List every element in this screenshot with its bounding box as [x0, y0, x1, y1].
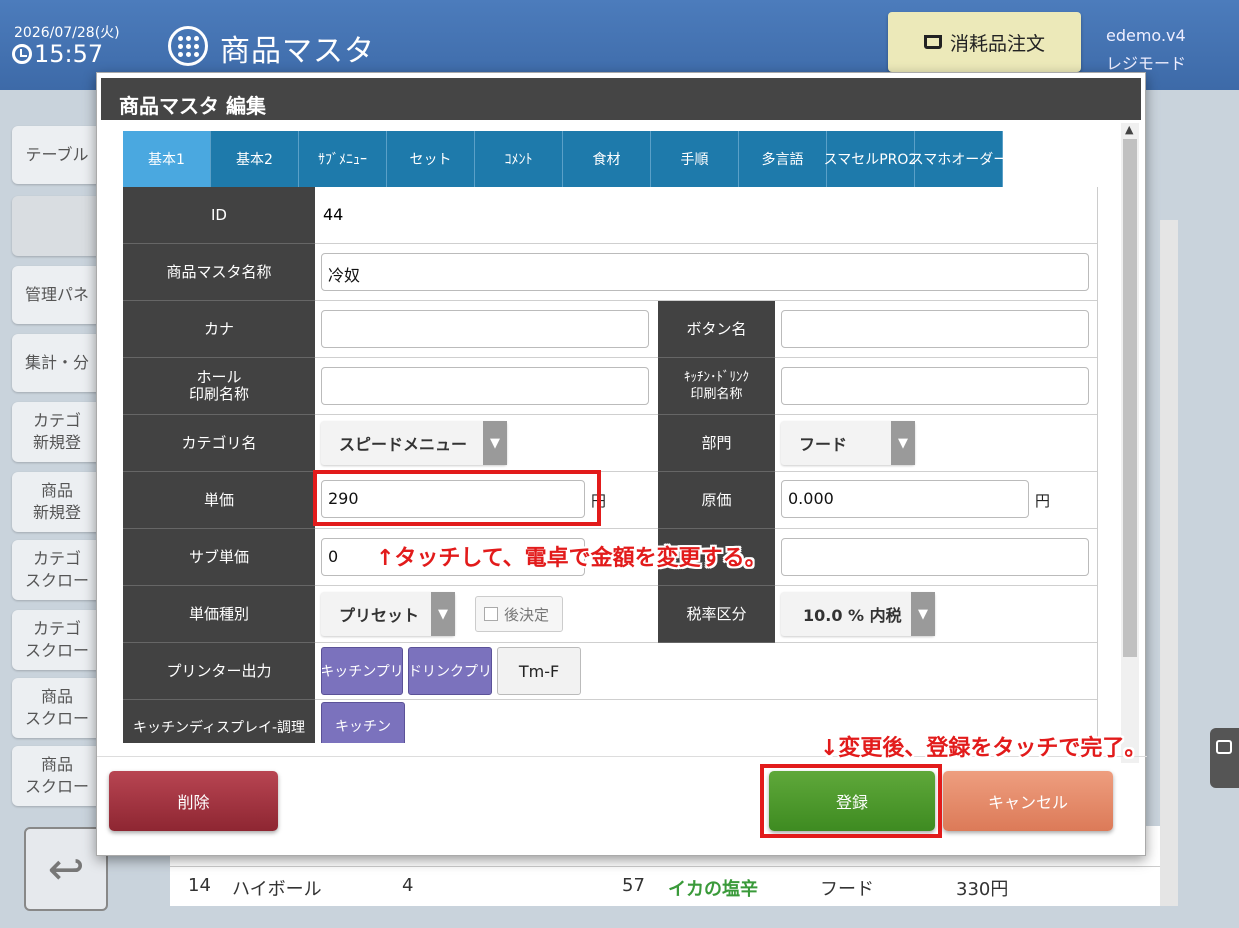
printer-drink-chip[interactable]: ドリンクプリ	[408, 647, 492, 695]
id-label: ID	[123, 187, 315, 244]
tab-ingredients[interactable]: 食材	[563, 131, 651, 187]
form-row-id: ID 44	[123, 187, 1097, 244]
register-highlight-box	[760, 764, 942, 838]
user-info: edemo.v4 レジモード	[1106, 22, 1186, 78]
kds-kitchen-chip[interactable]: キッチン	[321, 702, 405, 743]
name-label: 商品マスタ名称	[123, 244, 315, 301]
table-row[interactable]: 14 ハイボール 4 57 イカの塩辛 フード 330円	[170, 866, 1160, 906]
price-label: 単価	[123, 472, 315, 529]
price-type-select[interactable]: プリセット ▼	[321, 592, 455, 636]
price-highlight-box	[313, 470, 601, 526]
sidebar-item-admin[interactable]: 管理パネ	[12, 266, 102, 324]
id-value: 44	[323, 205, 344, 224]
chevron-down-icon: ▼	[891, 421, 915, 465]
clock-icon	[12, 44, 32, 64]
cost-unit: 円	[1035, 492, 1051, 510]
menu-grid-icon[interactable]	[168, 26, 208, 66]
department-select[interactable]: フード ▼	[781, 421, 915, 465]
page-title: 商品マスタ	[220, 34, 375, 69]
hall-print-label: ホール 印刷名称	[123, 358, 315, 415]
tab-steps[interactable]: 手順	[651, 131, 739, 187]
sidebar-item-product-scroll-2[interactable]: 商品 スクロー	[12, 746, 102, 806]
tax-select[interactable]: 10.0 % 内税 ▼	[781, 592, 935, 636]
sidebar-item-active[interactable]	[12, 196, 102, 256]
sidebar-item-product-scroll-1[interactable]: 商品 スクロー	[12, 678, 102, 738]
supplies-order-label: 消耗品注文	[949, 32, 1045, 55]
date-text: 2026/07/28(火)	[14, 25, 120, 41]
printer-tmf-chip[interactable]: Tm-F	[497, 647, 581, 695]
category-label: カテゴリ名	[123, 415, 315, 472]
later-decide-checkbox[interactable]: 後決定	[475, 596, 563, 632]
price-type-label: 単価種別	[123, 586, 315, 643]
tab-basic1[interactable]: 基本1	[123, 131, 211, 187]
edit-form: ID 44 商品マスタ名称 冷奴 カナ ボタン名 ホール 印刷名称 ｷｯﾁﾝ･ﾄ…	[123, 187, 1098, 743]
form-row-category: カテゴリ名 スピードメニュー ▼ 部門 フード ▼	[123, 415, 1097, 472]
background-scrollbar[interactable]	[1160, 220, 1178, 906]
side-panel-tab[interactable]	[1210, 728, 1239, 788]
printer-label: プリンター出力	[123, 643, 315, 700]
annotation-price-note: ↑タッチして、電卓で金額を変更する。	[376, 546, 767, 571]
sidebar-item-category-new[interactable]: カテゴ 新規登	[12, 402, 102, 462]
form-row-price: 単価 290 円 原価 0.000 円	[123, 472, 1097, 529]
sub-cost-input[interactable]	[781, 538, 1089, 576]
modal-scrollbar[interactable]: ▲	[1121, 123, 1139, 763]
kana-input[interactable]	[321, 310, 649, 348]
form-row-print-names: ホール 印刷名称 ｷｯﾁﾝ･ﾄﾞﾘﾝｸ 印刷名称	[123, 358, 1097, 415]
name-input[interactable]: 冷奴	[321, 253, 1089, 291]
kana-label: カナ	[123, 301, 315, 358]
time-text: 15:57	[34, 40, 104, 68]
form-row-kana: カナ ボタン名	[123, 301, 1097, 358]
button-name-input[interactable]	[781, 310, 1089, 348]
user-name: edemo.v4	[1106, 26, 1186, 45]
form-row-price-type: 単価種別 プリセット ▼ 後決定 税率区分 10.0 % 内税 ▼	[123, 586, 1097, 643]
kds-label: キッチンディスプレイ-調理	[123, 700, 315, 743]
tab-smacel-pro2[interactable]: スマセルPRO2	[824, 131, 917, 187]
cancel-button[interactable]: キャンセル	[943, 771, 1113, 831]
form-row-name: 商品マスタ名称 冷奴	[123, 244, 1097, 301]
chevron-down-icon: ▼	[911, 592, 935, 636]
sidebar: テーブル 管理パネ 集計・分 カテゴ 新規登 商品 新規登 カテゴ スクロー カテゴス…	[0, 90, 102, 928]
hall-print-input[interactable]	[321, 367, 649, 405]
scroll-thumb[interactable]	[1123, 139, 1137, 657]
checkbox-icon	[484, 607, 498, 621]
printer-kitchen-chip[interactable]: キッチンプリ	[321, 647, 403, 695]
sidebar-item-stats[interactable]: 集計・分	[12, 334, 102, 392]
sidebar-item-table[interactable]: テーブル	[12, 126, 102, 184]
supplies-order-button[interactable]: 消耗品注文	[888, 12, 1081, 72]
tab-set[interactable]: セット	[387, 131, 475, 187]
scroll-up-icon[interactable]: ▲	[1125, 123, 1133, 136]
sidebar-item-category-scroll-1[interactable]: カテゴ スクロー	[12, 540, 102, 600]
remote-icon	[1216, 740, 1232, 754]
button-name-label: ボタン名	[658, 301, 775, 358]
tab-bar: 基本1 基本2 ｻﾌﾞﾒﾆｭｰ セット ｺﾒﾝﾄ 食材 手順 多言語 スマセルP…	[123, 131, 1007, 187]
category-select[interactable]: スピードメニュー ▼	[321, 421, 507, 465]
chevron-down-icon: ▼	[483, 421, 507, 465]
delete-button[interactable]: 削除	[109, 771, 278, 831]
kitchen-print-input[interactable]	[781, 367, 1089, 405]
kitchen-print-label: ｷｯﾁﾝ･ﾄﾞﾘﾝｸ 印刷名称	[658, 358, 775, 415]
tab-submenu[interactable]: ｻﾌﾞﾒﾆｭｰ	[299, 131, 387, 187]
chevron-down-icon: ▼	[431, 592, 455, 636]
form-row-printer: プリンター出力 キッチンプリ ドリンクプリ Tm-F	[123, 643, 1097, 700]
cart-icon	[923, 35, 942, 49]
cost-label: 原価	[658, 472, 775, 529]
tab-smartphone-order[interactable]: スマホオーダー	[910, 131, 1007, 187]
return-arrow-icon: ↩	[47, 843, 85, 895]
cost-input[interactable]: 0.000	[781, 480, 1029, 518]
modal-title: 商品マスタ 編集	[101, 78, 1141, 120]
sidebar-item-product-new[interactable]: 商品 新規登	[12, 472, 102, 532]
tab-multilingual[interactable]: 多言語	[739, 131, 827, 187]
tab-basic2[interactable]: 基本2	[211, 131, 299, 187]
sub-price-label: サブ単価	[123, 529, 315, 586]
tab-comment[interactable]: ｺﾒﾝﾄ	[475, 131, 563, 187]
annotation-register-note: ↓変更後、登録をタッチで完了。	[820, 736, 1147, 761]
sidebar-item-category-scroll-2[interactable]: カテゴ スクロー	[12, 610, 102, 670]
tax-label: 税率区分	[658, 586, 775, 643]
department-label: 部門	[658, 415, 775, 472]
